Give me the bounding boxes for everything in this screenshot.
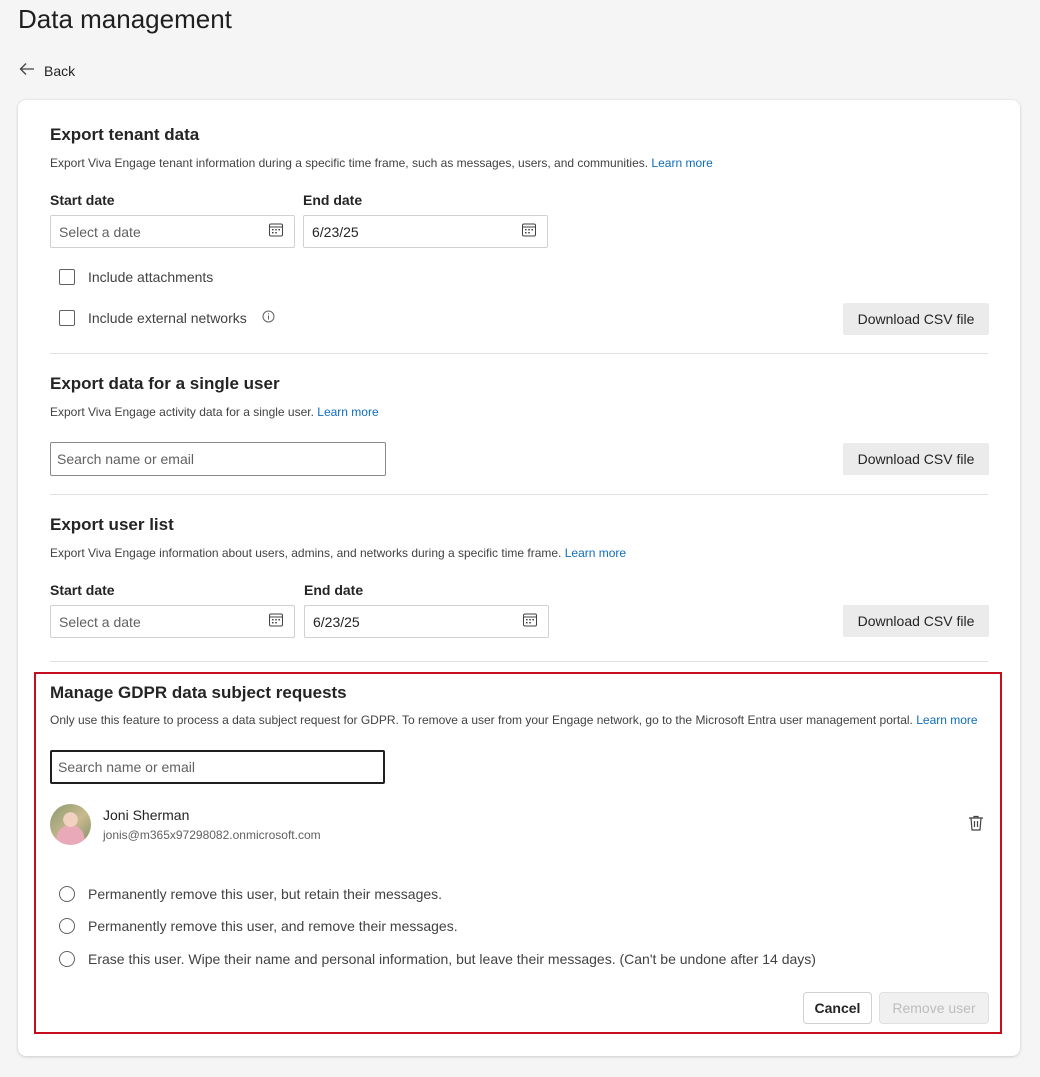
single-user-download-csv-button[interactable]: Download CSV file — [843, 443, 989, 475]
option-label: Permanently remove this user, but retain… — [88, 886, 443, 902]
export-user-list-description-text: Export Viva Engage information about use… — [50, 546, 562, 560]
gdpr-title: Manage GDPR data subject requests — [50, 683, 347, 702]
page-title: Data management — [18, 4, 232, 34]
calendar-icon — [268, 222, 284, 241]
export-user-list-learn-more-link[interactable]: Learn more — [565, 546, 626, 560]
end-date-label: End date — [303, 192, 363, 208]
gdpr-description-text: Only use this feature to process a data … — [50, 713, 913, 727]
info-icon[interactable] — [260, 310, 275, 326]
single-user-search-input[interactable] — [50, 442, 386, 476]
export-single-user-description-text: Export Viva Engage activity data for a s… — [50, 405, 314, 419]
userlist-end-date-picker[interactable]: 6/23/25 — [304, 605, 549, 638]
radio-button[interactable] — [59, 886, 75, 902]
include-attachments-label: Include attachments — [88, 269, 214, 285]
cancel-button[interactable]: Cancel — [803, 992, 872, 1024]
include-external-label: Include external networks — [88, 310, 247, 326]
start-date-placeholder: Select a date — [59, 613, 141, 630]
checkbox[interactable] — [59, 269, 75, 285]
arrow-left-icon — [18, 60, 36, 81]
export-single-user-learn-more-link[interactable]: Learn more — [317, 405, 378, 419]
start-date-label: Start date — [50, 582, 115, 598]
calendar-icon — [521, 222, 537, 241]
end-date-value: 6/23/25 — [313, 613, 360, 630]
trash-icon[interactable] — [966, 813, 986, 838]
include-attachments-checkbox[interactable]: Include attachments — [59, 269, 213, 285]
tenant-download-csv-button[interactable]: Download CSV file — [843, 303, 989, 335]
option-label: Permanently remove this user, and remove… — [88, 918, 458, 934]
userlist-start-date-picker[interactable]: Select a date — [50, 605, 295, 638]
user-name: Joni Sherman — [103, 807, 190, 823]
tenant-end-date-picker[interactable]: 6/23/25 — [303, 215, 548, 248]
userlist-download-csv-button[interactable]: Download CSV file — [843, 605, 989, 637]
start-date-label: Start date — [50, 192, 115, 208]
include-external-networks-checkbox[interactable]: Include external networks — [59, 310, 275, 326]
checkbox[interactable] — [59, 310, 75, 326]
radio-button[interactable] — [59, 951, 75, 967]
export-single-user-description: Export Viva Engage activity data for a s… — [50, 405, 379, 419]
avatar — [50, 804, 91, 845]
gdpr-option-retain-messages[interactable]: Permanently remove this user, but retain… — [59, 886, 442, 902]
gdpr-description: Only use this feature to process a data … — [50, 713, 978, 727]
back-button[interactable]: Back — [18, 60, 75, 81]
divider — [50, 494, 988, 495]
remove-user-button[interactable]: Remove user — [879, 992, 989, 1024]
divider — [50, 661, 988, 662]
calendar-icon — [522, 612, 538, 631]
divider — [50, 353, 988, 354]
gdpr-option-remove-messages[interactable]: Permanently remove this user, and remove… — [59, 918, 458, 934]
export-tenant-description: Export Viva Engage tenant information du… — [50, 156, 713, 170]
gdpr-learn-more-link[interactable]: Learn more — [916, 713, 977, 727]
gdpr-search-input[interactable] — [50, 750, 385, 784]
gdpr-option-erase-user[interactable]: Erase this user. Wipe their name and per… — [59, 951, 816, 967]
data-management-card: Export tenant data Export Viva Engage te… — [18, 100, 1020, 1056]
user-email: jonis@m365x97298082.onmicrosoft.com — [103, 828, 321, 842]
export-single-user-title: Export data for a single user — [50, 374, 280, 393]
start-date-placeholder: Select a date — [59, 223, 141, 240]
option-label: Erase this user. Wipe their name and per… — [88, 951, 816, 967]
export-user-list-title: Export user list — [50, 515, 174, 534]
calendar-icon — [268, 612, 284, 631]
radio-button[interactable] — [59, 918, 75, 934]
export-user-list-description: Export Viva Engage information about use… — [50, 546, 626, 560]
back-label: Back — [44, 62, 76, 79]
export-tenant-learn-more-link[interactable]: Learn more — [651, 156, 712, 170]
end-date-value: 6/23/25 — [312, 223, 359, 240]
export-tenant-title: Export tenant data — [50, 125, 200, 144]
tenant-start-date-picker[interactable]: Select a date — [50, 215, 295, 248]
export-tenant-description-text: Export Viva Engage tenant information du… — [50, 156, 649, 170]
end-date-label: End date — [304, 582, 364, 598]
